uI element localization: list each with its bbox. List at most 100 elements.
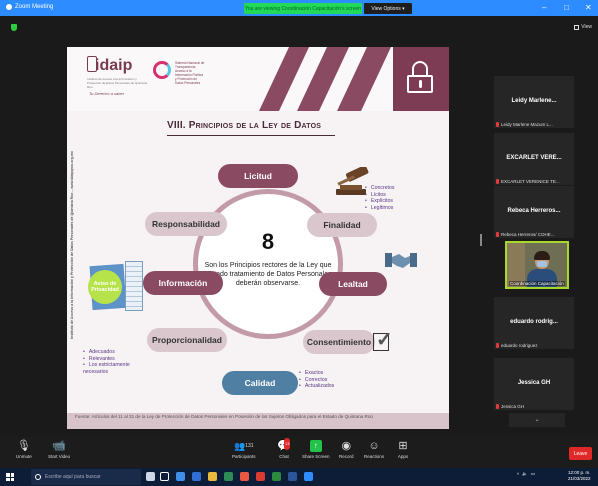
clock-time: 12:00 p. m. <box>568 470 591 475</box>
proporcionalidad-bullets: Adecuados Relevantes Los estrictamente n… <box>83 349 145 375</box>
reactions-label: Reactions <box>364 454 385 459</box>
apps-button[interactable]: ⊞ Apps <box>397 440 409 459</box>
zoom-logo-icon <box>6 4 12 10</box>
snt-logo-icon <box>153 61 171 79</box>
video-person-mask <box>537 261 547 267</box>
mic-muted-icon <box>496 232 499 237</box>
chrome-icon[interactable] <box>224 472 233 481</box>
participant-tile[interactable]: Rebeca Herreros... Rebeca Herreros/ COHE… <box>494 186 574 238</box>
participant-tile[interactable]: eduardo rodrig... eduardo rodriguez <box>494 297 574 349</box>
participant-name: EXCARLET VERE... <box>506 155 562 161</box>
security-shield-icon[interactable] <box>11 24 17 31</box>
idaip-logo: idaip Instituto de Acceso a la Informaci… <box>71 53 151 99</box>
slide-footer-source: Fuente: Artículos del 11 al 31 de la Ley… <box>75 414 373 419</box>
tray-up-icon[interactable]: ^ <box>517 472 519 477</box>
leave-button[interactable]: Leave <box>569 447 592 460</box>
participant-label: Leidy Marlene Mazum L... <box>496 122 572 127</box>
taskbar-search[interactable]: Escribe aquí para buscar <box>31 469 141 485</box>
panel-splitter[interactable] <box>480 234 482 246</box>
zoom-window: Zoom Meeting You are viewing Coordinació… <box>0 0 598 486</box>
view-layout-label: View <box>581 24 592 30</box>
chat-button[interactable]: 💬13 Chat <box>277 438 291 459</box>
record-label: Record <box>339 454 354 459</box>
unmute-button[interactable]: 🎙 Unmute <box>16 440 32 459</box>
maximize-button[interactable]: □ <box>564 3 569 13</box>
principle-proporcionalidad: Proporcionalidad <box>147 328 227 352</box>
idaip-logo-subtitle: Instituto de Acceso a la Información y P… <box>87 77 148 89</box>
windows-start-icon[interactable] <box>6 473 14 481</box>
participants-count: 131 <box>245 443 254 449</box>
excel-icon[interactable] <box>272 472 281 481</box>
viewing-banner: You are viewing Coordinación Capacitació… <box>244 3 362 14</box>
principles-description: Son los Principios rectores de la Ley qu… <box>204 262 332 287</box>
idaip-logo-tagline: Tu Derecho a saber <box>89 91 125 96</box>
mic-off-icon: 🎙 <box>16 440 31 452</box>
participant-label: Jessica GH <box>496 404 572 409</box>
active-speaker-video[interactable]: Coordinación Capacitación <box>505 241 569 289</box>
powerpoint-icon[interactable] <box>256 472 265 481</box>
calidad-bullets: Exactos Correctos Actualizados <box>299 370 334 390</box>
reactions-icon: ☺ <box>368 440 380 452</box>
view-options-button[interactable]: View Options ▾ <box>364 3 412 14</box>
principle-licitud: Licitud <box>218 164 298 188</box>
ie-icon[interactable] <box>192 472 201 481</box>
edge-icon[interactable] <box>176 472 185 481</box>
reactions-button[interactable]: ☺ Reactions <box>364 440 384 459</box>
principle-responsabilidad: Responsabilidad <box>145 212 227 236</box>
active-speaker-label: Coordinación Capacitación <box>509 281 565 286</box>
unmute-label: Unmute <box>16 454 32 459</box>
share-screen-label: Share Screen <box>302 454 330 459</box>
scroll-down-button[interactable]: ⌄ <box>509 413 565 427</box>
participant-full-name: Rebeca Herreros/ COHE... <box>501 232 555 237</box>
volume-icon[interactable]: 🔈 <box>522 471 528 477</box>
lock-keyhole <box>419 80 422 88</box>
firefox-icon[interactable] <box>240 472 249 481</box>
participant-label: eduardo rodriguez <box>496 343 572 348</box>
taskbar-clock[interactable]: 12:00 p. m. 21/03/2022 <box>568 470 591 481</box>
participant-full-name: eduardo rodriguez <box>501 343 538 348</box>
shared-screen: idaip Instituto de Acceso a la Informaci… <box>67 47 449 429</box>
participant-full-name: Leidy Marlene Mazum L... <box>501 122 553 127</box>
task-view-icon[interactable] <box>160 472 169 481</box>
mic-muted-icon <box>496 404 499 409</box>
microphone-icon[interactable] <box>146 472 155 481</box>
view-layout-button[interactable]: View <box>574 24 592 30</box>
participant-label: Rebeca Herreros/ COHE... <box>496 232 572 237</box>
chat-icon: 💬13 <box>277 438 291 452</box>
title-underline <box>167 135 335 136</box>
apps-icon: ⊞ <box>398 440 408 452</box>
participant-tile[interactable]: EXCARLET VERE... EXCARLET VERENICE TE... <box>494 133 574 185</box>
zoom-taskbar-icon[interactable] <box>304 472 313 481</box>
slide-title: VIII. Principios de la Ley de Datos <box>167 120 322 131</box>
share-screen-button[interactable]: ↑ Share Screen <box>302 440 330 459</box>
share-screen-icon: ↑ <box>309 440 322 452</box>
mic-muted-icon <box>496 122 499 127</box>
participant-full-name: Jessica GH <box>501 404 525 409</box>
participants-button[interactable]: 👥 131 Participants <box>232 440 256 459</box>
record-icon: ◉ <box>341 440 352 452</box>
start-video-label: Start Video <box>48 454 71 459</box>
file-explorer-icon[interactable] <box>208 472 217 481</box>
record-button[interactable]: ◉ Record <box>339 440 354 459</box>
principle-consentimiento: Consentimiento <box>303 330 375 354</box>
title-bar: Zoom Meeting You are viewing Coordinació… <box>0 0 598 16</box>
participants-icon: 👥 131 <box>233 441 254 451</box>
video-person-hair <box>534 251 550 260</box>
participant-tile[interactable]: Leidy Marlene... Leidy Marlene Mazum L..… <box>494 76 574 128</box>
participant-tile[interactable]: Jessica GH Jessica GH <box>494 358 574 410</box>
video-person-body <box>527 269 557 287</box>
minimize-button[interactable]: – <box>542 3 546 13</box>
close-button[interactable]: ✕ <box>585 3 592 13</box>
mic-muted-icon <box>496 179 499 184</box>
aviso-privacidad-badge: Aviso de Privacidad <box>88 270 122 304</box>
start-video-button[interactable]: 📹 Start Video <box>48 440 70 459</box>
video-off-icon: 📹 <box>52 440 66 452</box>
word-icon[interactable] <box>288 472 297 481</box>
principle-informacion: Información <box>143 271 223 295</box>
finalidad-bullets: Concretos Lícitos Explícitos Legítimos <box>365 185 395 211</box>
participant-label: EXCARLET VERENICE TE... <box>496 179 572 184</box>
network-icon[interactable]: ▭ <box>531 471 535 477</box>
participant-full-name: EXCARLET VERENICE TE... <box>501 179 560 184</box>
meeting-toolbar <box>0 437 598 468</box>
search-icon <box>35 474 41 480</box>
